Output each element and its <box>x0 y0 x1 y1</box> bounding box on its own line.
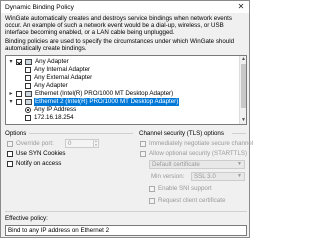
tree-label: Any Adapter <box>34 82 68 89</box>
network-adapter-icon <box>25 99 32 105</box>
immediately-row[interactable]: Immediately negotiate secure channel <box>140 140 253 148</box>
close-icon[interactable]: ✕ <box>236 2 246 12</box>
effective-policy-label: Effective policy: <box>5 215 48 222</box>
use-syn-row[interactable]: Use SYN Cookies <box>7 150 87 158</box>
notify-row[interactable]: Notify on access <box>7 160 87 168</box>
min-version-select[interactable]: SSL 3.0 ▼ <box>191 172 245 181</box>
tree-label: Any IP Address <box>34 106 77 113</box>
tree-item-ip[interactable]: 172.16.18.254 <box>8 114 208 122</box>
chevron-down-icon: ▼ <box>237 161 242 167</box>
chevron-down-icon: ▼ <box>237 173 242 179</box>
request-cert-checkbox[interactable] <box>149 198 155 204</box>
certificate-value: Default certificate <box>152 161 200 168</box>
min-version-label: Min version: <box>151 173 185 180</box>
request-cert-label: Request client certificate <box>158 197 226 204</box>
network-adapter-icon <box>25 59 32 65</box>
checkbox-ip[interactable] <box>25 115 31 121</box>
tls-group-title: Channel security (TLS) options <box>139 130 224 137</box>
notify-checkbox[interactable] <box>7 161 13 167</box>
use-syn-label: Use SYN Cookies <box>16 150 66 157</box>
checkbox-any-external[interactable] <box>25 75 31 81</box>
options-group-title: Options <box>5 130 27 137</box>
immediately-label: Immediately negotiate secure channel <box>149 140 254 147</box>
collapse-icon[interactable]: ▾ <box>8 99 14 105</box>
checkbox-any-internal[interactable] <box>25 67 31 73</box>
title-bar: Dynamic Binding Policy ✕ <box>1 1 249 13</box>
allow-optional-label: Allow optional security (STARTTLS) <box>149 150 248 157</box>
dialog-window: Dynamic Binding Policy ✕ WinGate automat… <box>0 0 253 238</box>
notify-label: Notify on access <box>16 160 62 167</box>
checkbox-any-adapter[interactable] <box>16 59 22 65</box>
effective-policy-field[interactable]: Bind to any IP address on Ethernet 2 <box>5 225 247 236</box>
min-version-value: SSL 3.0 <box>194 173 216 180</box>
adapter-tree[interactable]: ▾ Any Adapter Any Internal Adapter Any E… <box>5 55 247 125</box>
options-divider <box>29 133 133 134</box>
tree-label: Any Adapter <box>35 58 69 65</box>
tree-label: Any External Adapter <box>34 74 93 81</box>
description-paragraph-2: Binding policies are used to specify the… <box>5 38 235 53</box>
use-syn-checkbox[interactable] <box>7 151 13 157</box>
scroll-thumb[interactable] <box>241 64 246 108</box>
tree-label: 172.16.18.254 <box>34 114 74 121</box>
override-port-checkbox[interactable] <box>7 141 13 147</box>
port-field[interactable]: 0 ▲ ▼ <box>65 139 99 148</box>
enable-sni-row[interactable]: Enable SNI support <box>149 185 245 193</box>
tree-label: Ethernet (Intel(R) PRO/1000 MT Desktop A… <box>35 90 174 97</box>
scroll-up-icon[interactable]: ▲ <box>240 56 246 63</box>
enable-sni-label: Enable SNI support <box>158 185 212 192</box>
tree-item-any-ip[interactable]: Any IP Address <box>8 106 208 114</box>
override-port-row[interactable]: Override port: <box>7 140 67 148</box>
tls-divider <box>232 133 246 134</box>
checkbox-any-adapter-child[interactable] <box>25 83 31 89</box>
tree-item-ethernet[interactable]: ▸ Ethernet (Intel(R) PRO/1000 MT Desktop… <box>8 90 238 98</box>
allow-optional-checkbox[interactable] <box>140 151 146 157</box>
tree-item-any-adapter-child[interactable]: Any Adapter <box>8 82 208 90</box>
tree-scrollbar[interactable]: ▲ ▼ <box>239 56 246 124</box>
immediately-checkbox[interactable] <box>140 141 146 147</box>
scroll-down-icon[interactable]: ▼ <box>240 117 246 124</box>
checkbox-ethernet[interactable] <box>16 91 22 97</box>
port-value: 0 <box>68 140 72 147</box>
expand-icon[interactable]: ▸ <box>8 91 14 97</box>
tree-item-any-internal[interactable]: Any Internal Adapter <box>8 66 208 74</box>
certificate-select[interactable]: Default certificate ▼ <box>149 160 245 169</box>
checkbox-ethernet-2[interactable] <box>16 99 22 105</box>
tree-item-any-external[interactable]: Any External Adapter <box>8 74 208 82</box>
override-port-label: Override port: <box>16 140 54 147</box>
enable-sni-checkbox[interactable] <box>149 186 155 192</box>
description-paragraph-1: WinGate automatically creates and destro… <box>5 15 232 37</box>
window-title: Dynamic Binding Policy <box>5 4 74 11</box>
network-adapter-icon <box>25 91 32 97</box>
request-cert-row[interactable]: Request client certificate <box>149 197 245 205</box>
port-spinner-icon[interactable]: ▲ ▼ <box>93 139 98 147</box>
tree-label: Any Internal Adapter <box>34 66 91 73</box>
effective-policy-value: Bind to any IP address on Ethernet 2 <box>8 227 110 234</box>
tree-item-any-adapter[interactable]: ▾ Any Adapter <box>8 58 208 66</box>
collapse-icon[interactable]: ▾ <box>8 59 14 65</box>
tree-label-selected: Ethernet 2 (Intel(R) PRO/1000 MT Desktop… <box>34 98 180 106</box>
radio-any-ip[interactable] <box>25 107 31 113</box>
footer-divider <box>5 211 247 212</box>
tree-item-ethernet-2[interactable]: ▾ Ethernet 2 (Intel(R) PRO/1000 MT Deskt… <box>8 98 238 106</box>
allow-optional-row[interactable]: Allow optional security (STARTTLS) <box>140 150 248 158</box>
